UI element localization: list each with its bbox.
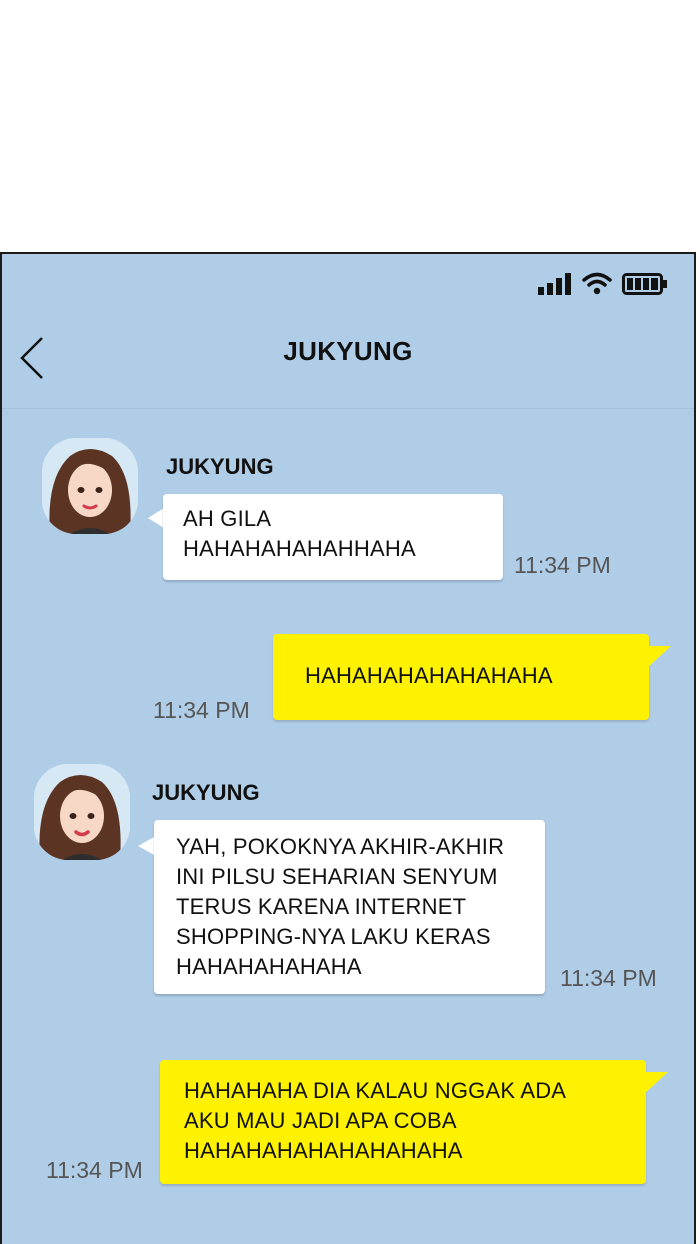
message-bubble[interactable]: HAHAHAHAHAHAHAHA <box>273 634 649 720</box>
bubble-tail <box>644 1072 668 1094</box>
chat-header: JUKYUNG <box>2 314 694 409</box>
bubble-tail <box>148 508 164 528</box>
page-title: JUKYUNG <box>283 336 413 366</box>
avatar[interactable] <box>42 438 138 534</box>
avatar[interactable] <box>34 764 130 860</box>
battery-icon <box>622 273 667 295</box>
message-bubble[interactable]: YAH, POKOKNYA AKHIR-AKHIR INI PILSU SEHA… <box>154 820 545 994</box>
message-time: 11:34 PM <box>560 965 657 991</box>
status-bar <box>538 272 668 296</box>
avatar-portrait <box>42 438 138 534</box>
avatar-portrait <box>34 764 130 860</box>
chat-screen: JUKYUNG JUKYUNG AH GILA HAHAHAHAHAHHAHA … <box>0 252 696 1244</box>
sender-name: JUKYUNG <box>152 780 260 805</box>
signal-icon <box>538 273 571 295</box>
message-time: 11:34 PM <box>46 1157 143 1183</box>
bubble-tail <box>647 646 671 668</box>
message-time: 11:34 PM <box>514 552 611 578</box>
message-time: 11:34 PM <box>153 697 250 723</box>
wifi-icon <box>582 272 612 295</box>
sender-name: JUKYUNG <box>166 454 274 479</box>
message-bubble[interactable]: AH GILA HAHAHAHAHAHHAHA <box>163 494 503 580</box>
message-bubble[interactable]: HAHAHAHA DIA KALAU NGGAK ADA AKU MAU JAD… <box>160 1060 646 1184</box>
